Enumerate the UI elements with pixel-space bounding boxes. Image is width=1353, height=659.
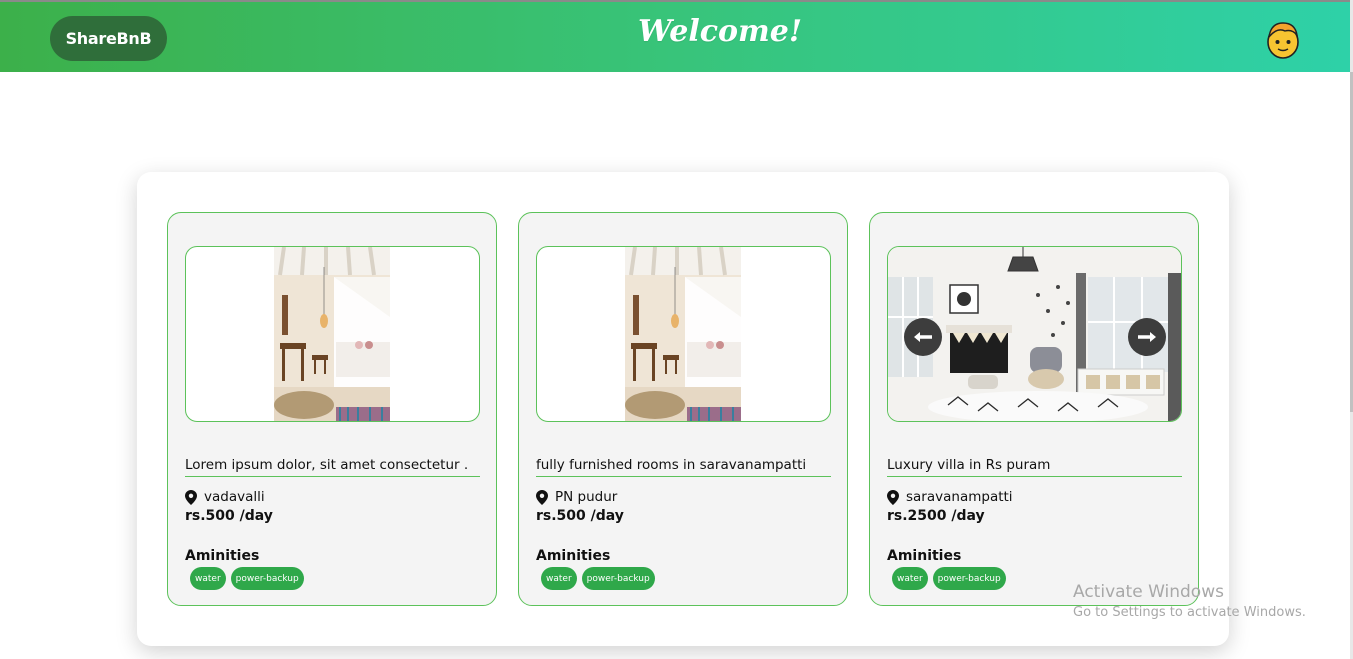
carousel-next-button[interactable] — [1128, 318, 1166, 356]
amenity-tag: power-backup — [230, 567, 304, 590]
bedroom-photo — [625, 247, 741, 421]
amenity-tag: water — [190, 567, 226, 590]
boy-face-emoji-icon — [1267, 22, 1299, 59]
listing-card[interactable]: Luxury villa in Rs puram saravanampatti … — [869, 212, 1199, 606]
listing-title[interactable]: Lorem ipsum dolor, sit amet consectetur … — [185, 457, 480, 477]
amenity-tag: water — [541, 567, 577, 590]
amenities-tags: water power-backup — [541, 567, 655, 590]
listing-image-frame — [185, 246, 480, 422]
welcome-heading: Welcome! — [637, 14, 802, 49]
listing-price: rs.500 /day — [536, 508, 624, 524]
location-label: PN pudur — [555, 489, 618, 505]
listing-card[interactable]: fully furnished rooms in saravanampatti … — [518, 212, 848, 606]
listing-image-frame — [887, 246, 1182, 422]
listing-location: saravanampatti — [887, 488, 1013, 506]
arrow-left-icon — [914, 332, 932, 342]
bedroom-photo — [274, 247, 390, 421]
location-pin-icon — [536, 489, 548, 505]
avatar[interactable] — [1265, 19, 1301, 61]
location-pin-icon — [887, 489, 899, 505]
listing-title[interactable]: Luxury villa in Rs puram — [887, 457, 1182, 477]
amenities-tags: water power-backup — [190, 567, 304, 590]
listing-location: vadavalli — [185, 488, 265, 506]
listing-image-frame — [536, 246, 831, 422]
listing-location: PN pudur — [536, 488, 617, 506]
watermark-title: Activate Windows — [1073, 582, 1224, 602]
location-pin-icon — [185, 489, 197, 505]
amenities-heading: Aminities — [185, 548, 260, 564]
amenity-tag: power-backup — [581, 567, 655, 590]
windows-activation-watermark: Activate Windows Go to Settings to activ… — [1073, 582, 1306, 620]
top-navbar: ShareBnB Welcome! — [0, 0, 1350, 72]
location-label: vadavalli — [204, 489, 265, 505]
amenities-heading: Aminities — [887, 548, 962, 564]
listing-price: rs.500 /day — [185, 508, 273, 524]
amenities-tags: water power-backup — [892, 567, 1006, 590]
carousel-prev-button[interactable] — [904, 318, 942, 356]
watermark-subtitle: Go to Settings to activate Windows. — [1073, 605, 1306, 620]
amenity-tag: water — [892, 567, 928, 590]
amenity-tag: power-backup — [932, 567, 1006, 590]
listing-price: rs.2500 /day — [887, 508, 985, 524]
brand-button[interactable]: ShareBnB — [50, 16, 167, 61]
arrow-right-icon — [1138, 332, 1156, 342]
listing-title[interactable]: fully furnished rooms in saravanampatti — [536, 457, 831, 477]
listing-card[interactable]: Lorem ipsum dolor, sit amet consectetur … — [167, 212, 497, 606]
amenities-heading: Aminities — [536, 548, 611, 564]
location-label: saravanampatti — [906, 489, 1013, 505]
